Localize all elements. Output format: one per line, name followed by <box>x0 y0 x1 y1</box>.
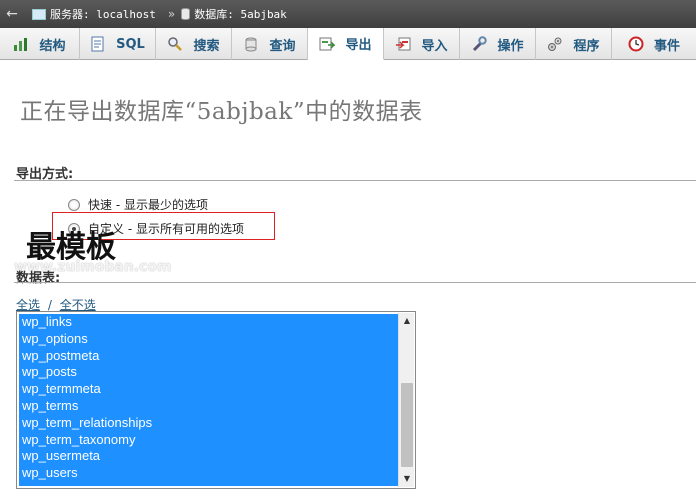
tab-label: 导入 <box>421 38 448 54</box>
tab-import[interactable]: 导入 <box>384 28 460 60</box>
breadcrumb-separator: » <box>167 7 176 21</box>
breadcrumb-database[interactable]: 数据库: 5abjbak <box>181 6 287 22</box>
tables-list: wp_links wp_options wp_postmeta wp_posts… <box>19 314 398 486</box>
import-icon <box>396 37 411 51</box>
tables-divider <box>14 282 696 283</box>
list-item[interactable]: wp_termmeta <box>19 381 398 398</box>
list-item[interactable]: wp_options <box>19 331 398 348</box>
list-scrollbar[interactable]: ▲ ▼ <box>398 313 414 487</box>
tab-label: 程序 <box>573 38 600 54</box>
tab-query[interactable]: 查询 <box>232 28 308 60</box>
tab-label: SQL <box>116 36 145 52</box>
tab-operations[interactable]: 操作 <box>460 28 536 60</box>
tab-structure[interactable]: 结构 <box>0 28 80 60</box>
list-item[interactable]: wp_term_taxonomy <box>19 432 398 449</box>
breadcrumb-database-label[interactable]: 数据库: 5abjbak <box>194 6 287 22</box>
tab-sql[interactable]: SQL <box>80 28 156 60</box>
tab-events[interactable]: 事件 <box>612 28 696 60</box>
top-breadcrumb-bar: ← 服务器: localhost » 数据库: 5abjbak <box>0 0 696 28</box>
list-item[interactable]: wp_links <box>19 314 398 331</box>
breadcrumb-server-label[interactable]: 服务器: localhost <box>50 6 156 22</box>
tables-label: 数据表: <box>16 271 61 286</box>
tables-listbox[interactable]: wp_links wp_options wp_postmeta wp_posts… <box>16 311 416 489</box>
tab-search[interactable]: 搜索 <box>156 28 232 60</box>
database-icon <box>181 8 191 20</box>
sql-icon <box>91 36 104 52</box>
routines-icon <box>548 37 562 51</box>
clock-icon <box>628 36 644 52</box>
page-title: 正在导出数据库“5abjbak”中的数据表 <box>20 99 423 125</box>
list-item[interactable]: wp_posts <box>19 364 398 381</box>
tab-label: 结构 <box>39 38 66 54</box>
search-icon <box>168 37 183 51</box>
select-links-divider: / <box>47 298 52 312</box>
list-item[interactable]: wp_postmeta <box>19 348 398 365</box>
radio-quick-label[interactable]: 快速 - 显示最少的选项 <box>88 196 208 213</box>
tab-label: 导出 <box>345 38 372 53</box>
export-icon <box>319 37 336 50</box>
select-all-link[interactable]: 全选 <box>16 298 40 312</box>
structure-icon <box>14 38 28 51</box>
back-arrow-icon[interactable]: ← <box>0 6 24 22</box>
radio-quick[interactable] <box>68 198 80 211</box>
scroll-down-arrow-icon[interactable]: ▼ <box>399 471 415 487</box>
tab-routines[interactable]: 程序 <box>536 28 612 60</box>
tab-label: 事件 <box>653 38 680 54</box>
query-icon <box>245 37 257 52</box>
scroll-thumb[interactable] <box>401 383 413 467</box>
list-item[interactable]: wp_usermeta <box>19 448 398 465</box>
list-item[interactable]: wp_terms <box>19 398 398 415</box>
scroll-up-arrow-icon[interactable]: ▲ <box>399 313 415 329</box>
tab-label: 搜索 <box>193 38 220 54</box>
tab-label: 查询 <box>269 38 296 54</box>
list-item[interactable]: wp_users <box>19 465 398 482</box>
server-icon <box>32 8 46 20</box>
tab-export[interactable]: 导出 <box>308 28 384 60</box>
tab-label: 操作 <box>497 38 524 54</box>
wrench-icon <box>473 36 488 52</box>
main-tab-bar: 结构 SQL 搜索 查询 导出 导入 操作 程序 事件 <box>0 28 696 60</box>
radio-quick-row[interactable]: 快速 - 显示最少的选项 <box>68 196 208 213</box>
export-method-divider <box>14 180 696 181</box>
breadcrumb-server[interactable]: 服务器: localhost <box>32 6 156 22</box>
list-item[interactable]: wp_term_relationships <box>19 415 398 432</box>
select-none-link[interactable]: 全不选 <box>60 298 96 312</box>
